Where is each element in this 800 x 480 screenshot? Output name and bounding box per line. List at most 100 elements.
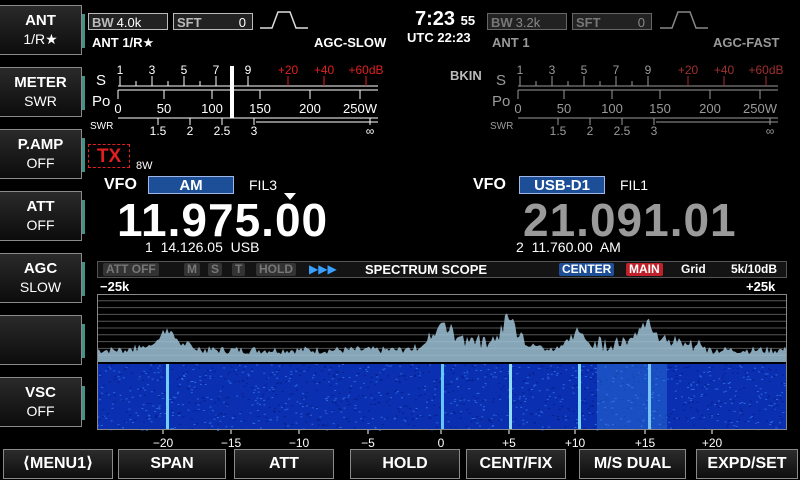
waterfall-noise [274,386,277,388]
swr-label: SWR [90,121,113,132]
waterfall-noise [313,381,316,383]
waterfall-noise [413,425,416,427]
waterfall-noise [670,427,673,429]
waterfall-noise [102,384,105,386]
waterfall-noise [747,420,750,422]
waterfall-noise [101,387,104,389]
waterfall-noise [335,370,338,372]
waterfall-noise [422,386,425,388]
waterfall-noise [752,417,755,419]
waterfall-noise [559,401,562,403]
waterfall-noise [242,380,245,382]
waterfall-noise [679,374,682,376]
bottom-button-2[interactable]: ATT [234,449,334,479]
waterfall-noise [241,371,244,373]
waterfall-noise [728,409,731,411]
po-tick-3: 150 [249,101,271,116]
waterfall-noise [373,399,376,401]
waterfall-noise [129,414,132,416]
waterfall-noise [699,376,702,378]
waterfall-noise [476,393,479,395]
waterfall-noise [364,396,367,398]
bottom-button-4[interactable]: CENT/FIX [466,449,566,479]
waterfall-noise [150,421,153,423]
waterfall-noise [697,382,700,384]
waterfall-noise [729,398,732,400]
waterfall-noise [347,394,350,396]
waterfall-noise [336,426,339,428]
scope-main-badge[interactable]: MAIN [626,263,663,276]
waterfall-noise [363,375,366,377]
waterfall-noise [676,383,679,385]
bottom-button-3[interactable]: HOLD [350,449,460,479]
bottom-button-0[interactable]: ⟨MENU1⟩ [3,449,113,479]
waterfall-noise [716,420,719,422]
waterfall-noise [290,374,293,376]
waterfall-noise [585,371,588,373]
waterfall-noise [216,416,219,418]
side-button-vsc[interactable]: VSC OFF [0,377,85,427]
scope-att[interactable]: ATT OFF [103,263,159,276]
waterfall-noise [181,378,184,380]
s-tick-6: +40 [714,63,735,77]
waterfall-noise [301,397,304,399]
waterfall-noise [488,420,491,422]
waterfall-noise [243,385,246,387]
waterfall-noise [177,391,180,393]
waterfall-noise [491,425,494,427]
waterfall-noise [289,394,292,396]
waterfall-noise [291,423,294,425]
scope-hold[interactable]: HOLD [256,263,296,276]
waterfall-noise [398,375,401,377]
spectrum-scope[interactable]: −20 −15 −10 −5 0 +5 +10 +15 +20 [97,294,787,448]
bottom-button-1[interactable]: SPAN [118,449,226,479]
waterfall-noise [547,378,550,380]
waterfall-noise [500,419,503,421]
waterfall-noise [146,402,149,404]
waterfall-noise [555,374,558,376]
waterfall-noise [316,383,319,385]
sub-mode-badge[interactable]: USB-D1 [519,176,605,194]
waterfall-noise [388,405,391,407]
side-button-value: OFF [26,403,55,419]
side-button-blank[interactable] [0,315,85,365]
waterfall-noise [690,417,693,419]
waterfall-noise [772,406,775,408]
waterfall-noise [209,422,212,424]
waterfall-noise [381,424,384,426]
waterfall-noise [428,364,431,366]
waterfall-noise [583,427,586,429]
waterfall-noise [426,364,429,366]
scope-center-badge[interactable]: CENTER [559,263,615,276]
waterfall-noise [575,384,578,386]
side-button-p-amp[interactable]: P.AMP OFF [0,129,85,179]
waterfall-noise [276,419,279,421]
side-button-att[interactable]: ATT OFF [0,191,85,241]
waterfall-noise [375,374,378,376]
waterfall-noise [333,399,336,401]
waterfall-noise [775,427,778,429]
bottom-button-5[interactable]: M/S DUAL [579,449,686,479]
po-tick-0: 0 [514,101,521,116]
waterfall-noise [771,405,774,407]
waterfall-noise [533,385,536,387]
main-mode-badge[interactable]: AM [148,176,234,194]
waterfall-noise [689,400,692,402]
side-button-ant[interactable]: ANT 1/R★ [0,5,85,55]
waterfall-noise [522,380,525,382]
waterfall-noise [675,397,678,399]
side-button-indicator [82,200,85,234]
side-button-agc[interactable]: AGC SLOW [0,253,85,303]
waterfall-noise [529,393,532,395]
waterfall-signal [166,364,169,430]
waterfall-noise [771,376,774,378]
waterfall-noise [121,399,124,401]
waterfall-noise [228,371,231,373]
waterfall-noise [342,364,345,366]
side-button-meter[interactable]: METER SWR [0,67,85,117]
waterfall-noise [472,379,475,381]
bottom-button-6[interactable]: EXPD/SET [696,449,798,479]
s-tick-7: +60dB [748,63,783,77]
waterfall-noise [320,370,323,372]
waterfall-noise [749,417,752,419]
